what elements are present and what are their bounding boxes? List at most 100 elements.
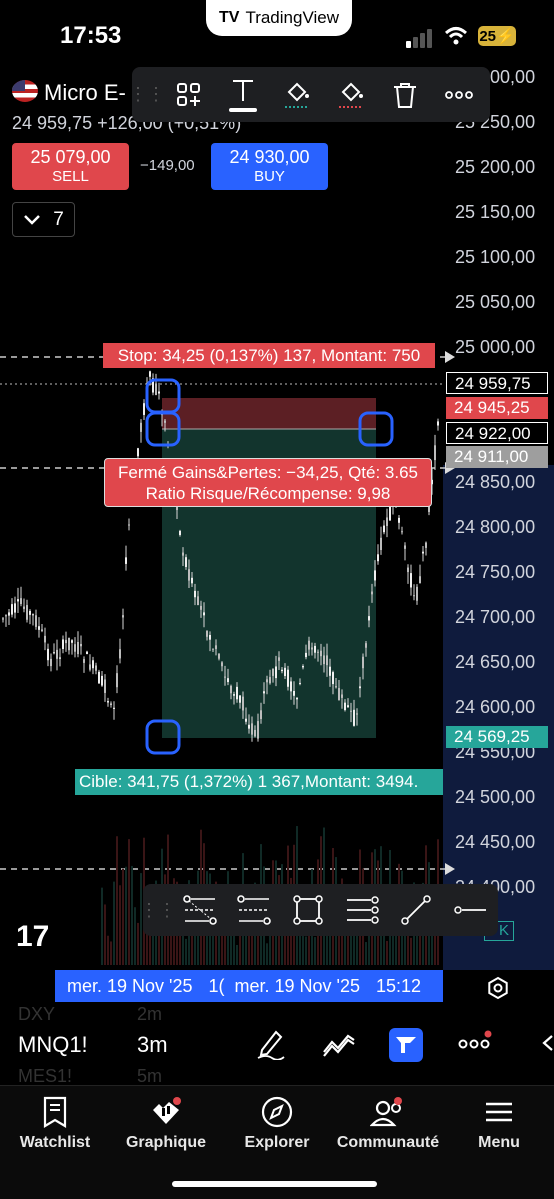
entry-price-tag: 24 922,00 (446, 422, 548, 444)
price-tick-label: 24 750,00 (455, 562, 536, 582)
candle-body (254, 729, 256, 737)
candle-body (5, 615, 7, 617)
candle-body (38, 626, 40, 630)
buy-button[interactable]: 24 930,00 BUY (211, 143, 328, 190)
stop-price-tag: 24 945,25 (446, 397, 548, 419)
nav-watchlist[interactable]: Watchlist (0, 1090, 110, 1152)
candle-body (311, 647, 313, 650)
volume-bar (392, 933, 394, 965)
current-timeframe[interactable]: 3m (137, 1032, 168, 1058)
candle-body (98, 671, 100, 684)
drag-grip-icon[interactable]: ⋮⋮ (129, 67, 165, 122)
target-label[interactable]: Cible: 341,75 (1,372%) 1 367,Montant: 34… (75, 769, 443, 795)
fib-tool-button[interactable] (173, 884, 227, 936)
candle-body (383, 525, 385, 533)
stop-zone[interactable] (162, 398, 376, 429)
drawing-pen-icon[interactable] (256, 1028, 286, 1060)
horizontal-ray-tool-button[interactable] (443, 884, 497, 936)
candle-body (203, 612, 205, 616)
drag-grip-icon[interactable]: ⋮⋮ (140, 884, 176, 936)
channel-tool-button[interactable] (227, 884, 281, 936)
symbol-name[interactable]: Micro E- (44, 80, 126, 106)
horizontal-lines-tool-button[interactable] (335, 884, 389, 936)
chart-settings-icon[interactable] (486, 976, 510, 1000)
candle-body (209, 635, 211, 640)
volume-bar (344, 930, 346, 965)
candle-body (206, 630, 208, 637)
prev-timeframe[interactable]: 2m (137, 1004, 162, 1025)
volume-bar (104, 904, 106, 965)
volume-bar (236, 944, 238, 965)
volume-bar (128, 839, 130, 965)
volume-bar (266, 943, 268, 965)
candle-body (2, 618, 4, 620)
trading-panel-button[interactable] (389, 1028, 423, 1062)
candle-body (74, 644, 76, 652)
candle-body (278, 657, 280, 661)
candle-body (317, 651, 319, 653)
nav-menu-label: Menu (478, 1134, 520, 1151)
indicators-collapse-button[interactable]: 7 (12, 202, 75, 237)
signal-icon (406, 29, 432, 48)
nav-chart[interactable]: Graphique (111, 1090, 221, 1152)
candle-body (26, 605, 28, 620)
candle-body (410, 573, 412, 588)
next-timeframe[interactable]: 5m (137, 1066, 162, 1087)
candle-body (119, 649, 121, 659)
candle-body (218, 653, 220, 659)
candle-body (389, 506, 391, 521)
candle-body (92, 660, 94, 669)
candle-body (293, 690, 295, 696)
candle-body (257, 721, 259, 739)
more-options-button[interactable] (432, 67, 486, 122)
sell-button[interactable]: 25 079,00 SELL (12, 143, 129, 190)
trading-panel-icon (396, 1037, 416, 1053)
chart-icon (153, 1097, 181, 1124)
candle-body (281, 669, 283, 672)
fill-color-button[interactable] (270, 67, 324, 122)
next-symbol[interactable]: MES1! (18, 1066, 72, 1087)
candle-body (104, 679, 106, 693)
current-symbol[interactable]: MNQ1! (18, 1032, 88, 1058)
paint-bucket-icon (285, 82, 309, 108)
nav-community[interactable]: Communauté (333, 1090, 443, 1152)
volume-bar (125, 866, 127, 965)
stop-label[interactable]: Stop: 34,25 (0,137%) 137, Montant: 750 (103, 343, 435, 368)
stop-color-button[interactable] (324, 67, 378, 122)
candle-body (71, 640, 73, 643)
chevron-left-icon[interactable] (540, 1034, 554, 1052)
us-flag-icon (12, 80, 38, 102)
candle-body (29, 610, 31, 615)
volume-bar (233, 932, 235, 965)
home-indicator[interactable] (172, 1181, 377, 1187)
candle-body (374, 570, 376, 581)
nav-menu[interactable]: Menu (444, 1090, 554, 1152)
candle-body (197, 596, 199, 606)
candle-body (14, 603, 16, 613)
app-pill-label: TradingView (245, 8, 339, 27)
object-tree-button[interactable] (162, 67, 216, 122)
drawing-edit-toolbar: ⋮⋮ (129, 67, 490, 122)
candle-body (158, 391, 160, 394)
volume-bar (113, 881, 115, 965)
price-tick-label: 24 650,00 (455, 652, 536, 672)
candle-body (419, 576, 421, 584)
time-axis-crosshair[interactable]: mer. 19 Nov '25 1( mer. 19 Nov '25 15:12 (55, 970, 443, 1002)
rectangle-tool-button[interactable] (281, 884, 335, 936)
indicators-icon[interactable] (322, 1032, 356, 1058)
price-tick-label: 24 450,00 (455, 832, 536, 852)
delete-button[interactable] (378, 67, 432, 122)
volume-bar (122, 868, 124, 965)
menu-icon (486, 1102, 512, 1122)
candle-body (401, 531, 403, 533)
add-objects-icon (177, 82, 200, 106)
volume-bar (131, 865, 133, 965)
trend-line-tool-button[interactable] (389, 884, 443, 936)
community-icon (370, 1097, 402, 1127)
nav-explore[interactable]: Explorer (222, 1090, 332, 1152)
more-tools-icon[interactable] (458, 1030, 494, 1054)
prev-symbol[interactable]: DXY (18, 1004, 55, 1025)
pnl-label[interactable]: Fermé Gains&Pertes: −34,25, Qté: 3.65 Ra… (104, 458, 432, 507)
candle-body (143, 403, 145, 415)
text-button[interactable] (216, 67, 270, 122)
